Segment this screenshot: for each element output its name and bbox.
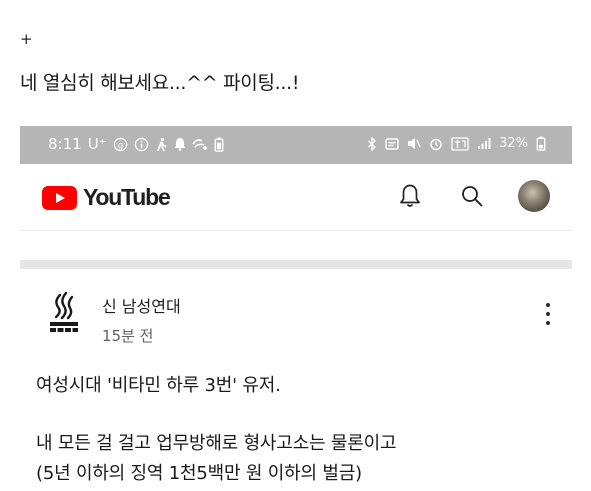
- post-text-line: 내 모든 걸 걸고 업무방해로 형사고소는 물론이고: [36, 433, 397, 454]
- youtube-wordmark: YouTube: [83, 184, 171, 210]
- bluetooth-icon: [367, 136, 377, 151]
- battery-percent: 32%: [499, 136, 528, 151]
- nfc-icon: [385, 137, 399, 150]
- top-icons: [394, 180, 550, 212]
- battery-icon: [536, 136, 546, 151]
- post-text-line: (5년 이하의 징역 1천5백만 원 이하의 벌금): [36, 463, 362, 484]
- status-left: 8:11 U⁺ g: [48, 135, 224, 153]
- status-bar: 8:11 U⁺ g 32%: [20, 126, 572, 164]
- status-time: 8:11: [48, 135, 82, 153]
- more-dot: [546, 321, 550, 325]
- signal-bars-icon: [477, 137, 491, 150]
- section-divider: [20, 260, 572, 269]
- post-time: 15분 전: [102, 327, 154, 345]
- mute-icon: [407, 137, 421, 150]
- alarm-icon: [429, 137, 443, 151]
- more-dot: [546, 312, 550, 316]
- network-type-icon: [451, 136, 469, 151]
- search-icon[interactable]: [456, 180, 488, 212]
- bell-icon[interactable]: [394, 180, 426, 212]
- top-divider: [20, 230, 572, 231]
- bell-small-icon: [174, 137, 186, 151]
- avatar[interactable]: [518, 180, 550, 212]
- circle-g-icon: g: [113, 137, 128, 152]
- status-right: 32%: [367, 136, 546, 151]
- plus-mark: +: [20, 30, 33, 48]
- caption-text: 네 열심히 해보세요...^^ 파이팅...!: [20, 72, 300, 94]
- info-icon: [134, 137, 149, 152]
- carrier-label: U⁺: [87, 135, 107, 153]
- svg-text:g: g: [117, 139, 122, 149]
- community-post: 신 남성연대 15분 전 여성시대 '비타민 하루 3번' 유저. 내 모든 걸…: [20, 269, 572, 491]
- signal-swoosh-icon: [191, 137, 208, 151]
- walk-icon: [155, 137, 168, 152]
- youtube-logo[interactable]: YouTube: [42, 184, 171, 211]
- channel-name[interactable]: 신 남성연대: [102, 293, 181, 317]
- more-options-icon[interactable]: [542, 299, 554, 329]
- phone-screenshot: 8:11 U⁺ g 32% YouTube 신 남성연대 15분 전 여성시대 …: [20, 126, 572, 491]
- post-text-line: 여성시대 '비타민 하루 3번' 유저.: [36, 375, 281, 396]
- channel-logo-icon[interactable]: [44, 291, 84, 335]
- play-logo-icon: [42, 185, 77, 210]
- battery-saver-icon: [214, 136, 224, 152]
- app-top-bar: YouTube: [20, 164, 572, 230]
- more-dot: [546, 303, 550, 307]
